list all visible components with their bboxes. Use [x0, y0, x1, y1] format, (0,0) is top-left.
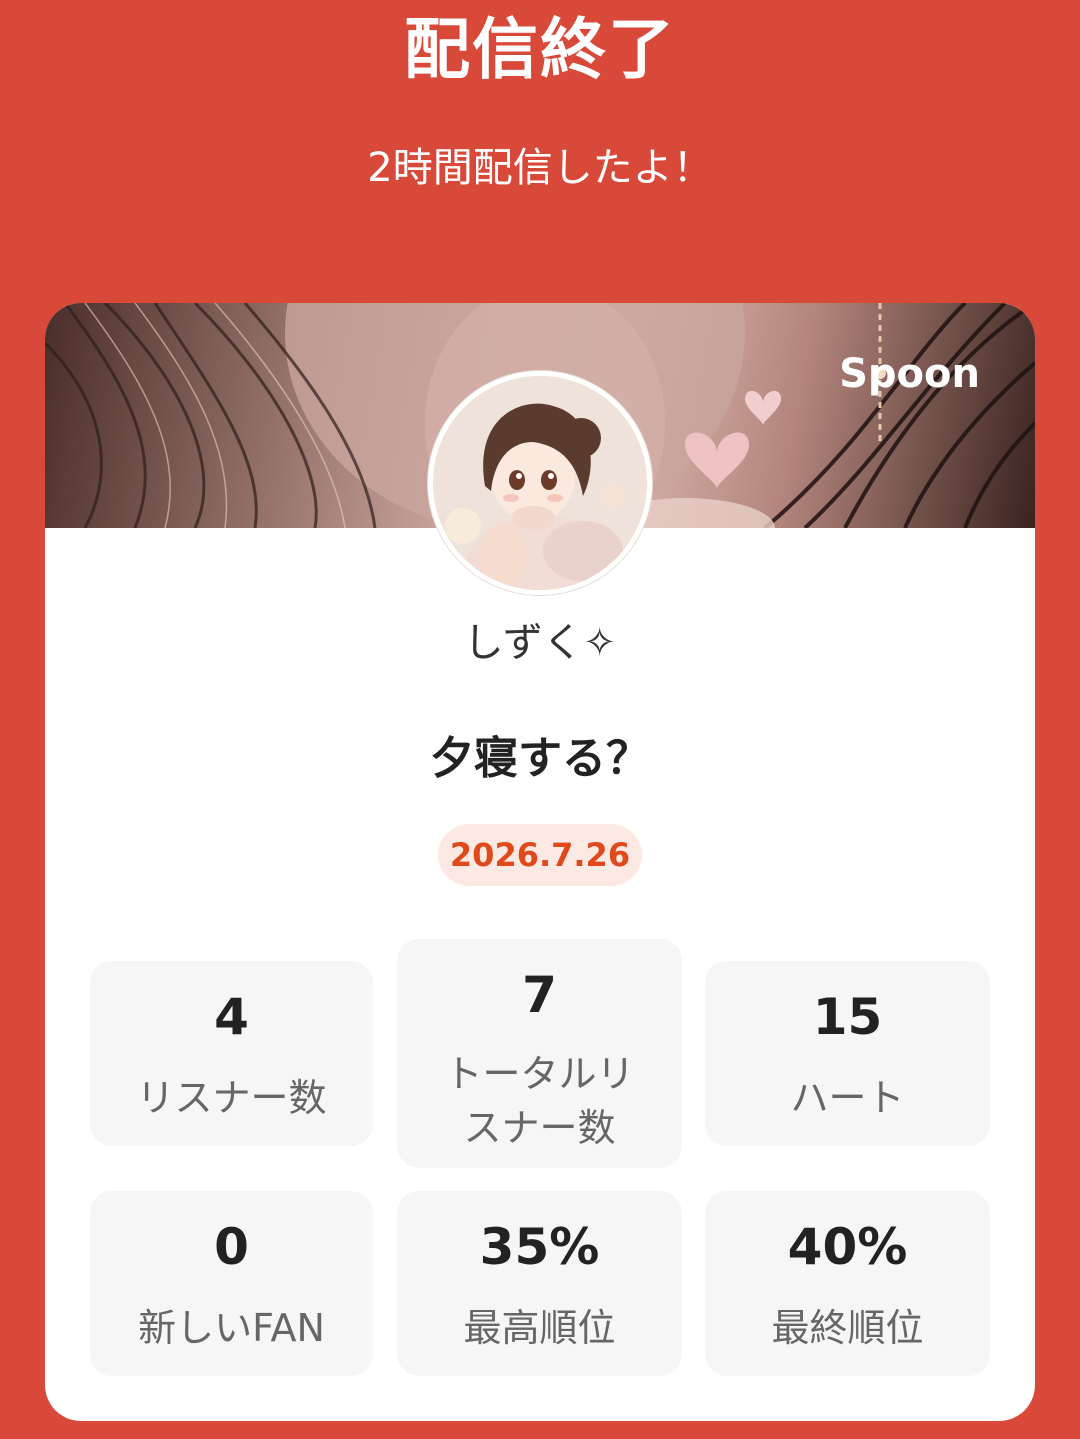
stat-value: 15	[812, 988, 883, 1046]
summary-card: Spoon しずく✧ 夕寝する？ 2026.7.26 4 リスナー数 7 トータ…	[45, 303, 1035, 1421]
stat-value: 4	[214, 988, 249, 1046]
stat-label: リスナー数	[136, 1076, 327, 1120]
stat-label: 最終順位	[771, 1306, 924, 1350]
avatar[interactable]	[428, 371, 652, 595]
stat-label: 新しいFAN	[138, 1306, 325, 1350]
avatar-illustration	[433, 376, 647, 590]
page-title: 配信終了	[404, 11, 676, 88]
date-badge: 2026.7.26	[438, 824, 642, 886]
stat-value: 35%	[479, 1218, 600, 1276]
stat-label: ハート	[790, 1076, 905, 1120]
stream-title: 夕寝する？	[430, 733, 650, 784]
stat-final-rank: 40% 最終順位	[705, 1191, 990, 1376]
stat-new-fans: 0 新しいFAN	[90, 1191, 373, 1376]
stat-value: 40%	[787, 1218, 908, 1276]
stat-hearts: 15 ハート	[705, 961, 990, 1146]
stat-listeners: 4 リスナー数	[90, 961, 373, 1146]
page-subtitle: 2時間配信したよ！	[367, 145, 713, 191]
username: しずく✧	[463, 620, 617, 666]
stat-label: トータルリスナー数	[444, 1052, 635, 1150]
brand-logo: Spoon	[839, 351, 980, 397]
stat-value: 7	[522, 966, 557, 1024]
stat-value: 0	[214, 1218, 249, 1276]
stat-total-listeners: 7 トータルリスナー数	[397, 939, 682, 1168]
stat-label: 最高順位	[463, 1306, 616, 1350]
stat-best-rank: 35% 最高順位	[397, 1191, 682, 1376]
